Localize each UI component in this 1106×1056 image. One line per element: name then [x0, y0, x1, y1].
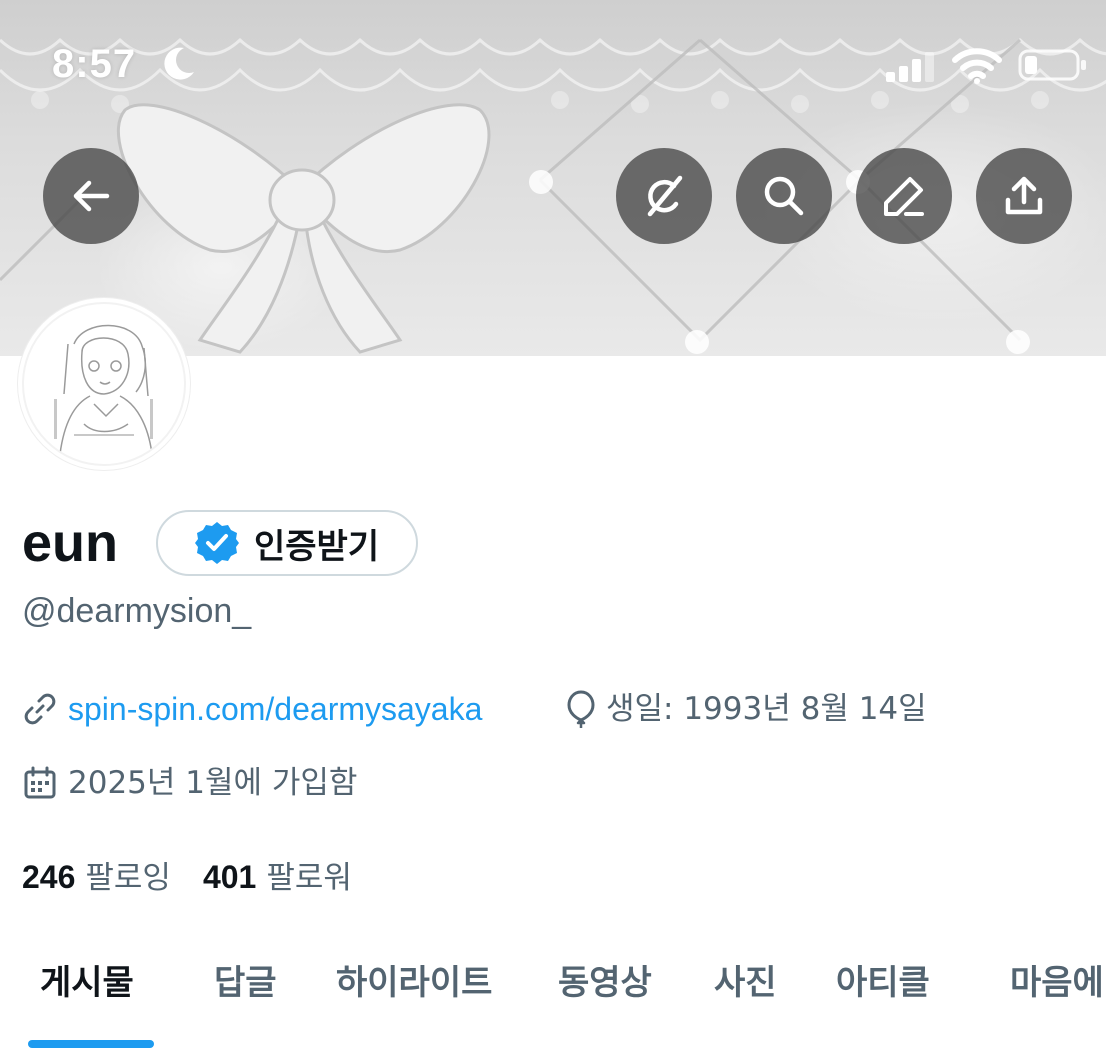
follow-stats: 246 팔로잉 401 팔로워: [22, 852, 352, 897]
birthday-text: 생일: 1993년 8월 14일: [606, 691, 927, 727]
website-row[interactable]: spin-spin.com/dearmysayaka: [22, 688, 482, 730]
tab-likes[interactable]: 마음에: [1010, 958, 1104, 1008]
link-icon: [24, 693, 56, 725]
search-button[interactable]: [736, 148, 832, 244]
joined-text: 2025년 1월에 가입함: [68, 765, 358, 801]
get-verified-label: 인증받기: [254, 526, 380, 567]
battery-icon: [1018, 49, 1086, 81]
grok-button[interactable]: [616, 148, 712, 244]
followers-count: 401: [202, 859, 257, 895]
edit-button[interactable]: [856, 148, 952, 244]
wifi-icon: [952, 48, 1002, 84]
moon-icon: [164, 47, 194, 80]
display-name: eun: [22, 513, 119, 573]
joined-row: 2025년 1월에 가입함: [22, 762, 357, 804]
search-icon: [764, 176, 804, 216]
back-button[interactable]: [43, 148, 139, 244]
followers-label: 팔로워: [266, 860, 352, 896]
tab-photos[interactable]: 사진: [714, 958, 777, 1008]
tab-articles[interactable]: 아티클: [836, 958, 930, 1008]
grok-icon: [647, 175, 683, 217]
birthday-row: 생일: 1993년 8월 14일: [566, 688, 927, 730]
following-label: 팔로잉: [85, 860, 171, 896]
edit-icon: [884, 177, 924, 216]
profile-banner[interactable]: 8:57: [0, 0, 1106, 356]
profile-tabs: 게시물 답글 하이라이트 동영상 사진 아티클 마음에: [0, 940, 1106, 1056]
avatar-image: [22, 302, 186, 466]
active-tab-indicator: [28, 1040, 154, 1048]
following-link[interactable]: 246 팔로잉: [22, 852, 171, 897]
followers-link[interactable]: 401 팔로워: [203, 852, 352, 897]
tab-highlights[interactable]: 하이라이트: [336, 958, 492, 1008]
user-handle: @dearmysion_: [22, 592, 252, 630]
status-time: 8:57: [52, 42, 137, 86]
avatar[interactable]: [18, 298, 190, 470]
share-icon: [1005, 176, 1043, 215]
website-link[interactable]: spin-spin.com/dearmysayaka: [68, 688, 482, 730]
calendar-icon: [24, 766, 56, 799]
share-button[interactable]: [976, 148, 1072, 244]
tab-replies[interactable]: 답글: [214, 958, 277, 1008]
cellular-signal-icon: [886, 52, 934, 82]
balloon-icon: [567, 690, 595, 728]
profile-page: 8:57 eun 인증받기 @dearmysion_ spin-spin.com…: [0, 0, 1106, 1056]
tab-posts[interactable]: 게시물: [40, 958, 134, 1008]
back-arrow-icon: [73, 180, 110, 212]
following-count: 246: [22, 859, 76, 895]
tab-videos[interactable]: 동영상: [558, 958, 652, 1008]
verified-badge-icon: [195, 522, 239, 564]
get-verified-button[interactable]: 인증받기: [156, 510, 418, 576]
